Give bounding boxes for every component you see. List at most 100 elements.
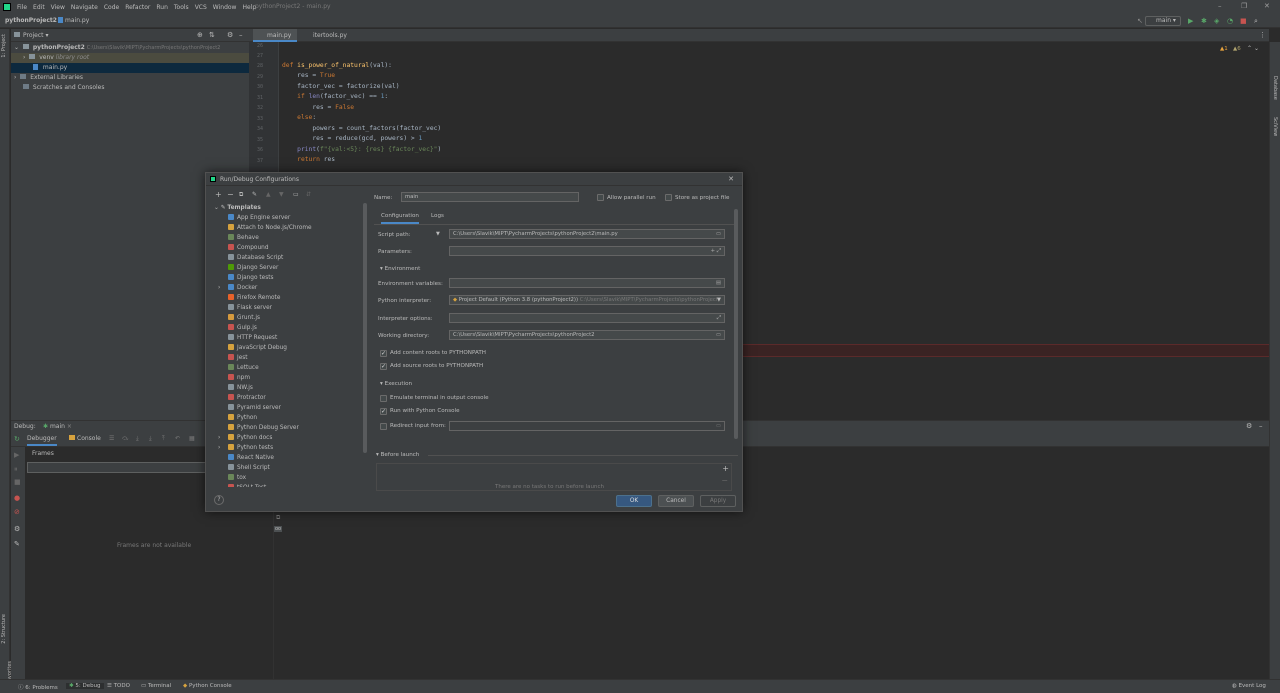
run-to-cursor-icon[interactable]: ↶ bbox=[175, 435, 180, 442]
chevron-up-icon[interactable]: ⌃ bbox=[1247, 45, 1252, 52]
edit-icon[interactable]: ▤ bbox=[716, 279, 721, 287]
template-item[interactable]: npm bbox=[228, 373, 250, 383]
template-item[interactable]: Gulp.js bbox=[228, 323, 257, 333]
interpreter-select[interactable]: ◆ Project Default (Python 3.8 (pythonPro… bbox=[449, 295, 725, 305]
profile-icon[interactable]: ◔ bbox=[1227, 17, 1233, 25]
template-item[interactable]: React Native bbox=[228, 453, 274, 463]
ok-button[interactable]: OK bbox=[616, 495, 652, 507]
template-item[interactable]: tSQLt Test bbox=[228, 483, 266, 487]
move-up-icon[interactable]: ▲ bbox=[266, 191, 271, 198]
step-into-my-code-icon[interactable]: ⤓ bbox=[149, 435, 152, 443]
python-console-tool-tab[interactable]: ◆ Python Console bbox=[183, 683, 232, 689]
coverage-icon[interactable]: ◈ bbox=[1214, 17, 1219, 25]
view-breakpoints-icon[interactable]: ● bbox=[14, 494, 20, 502]
locate-icon[interactable]: ⊕ bbox=[197, 31, 203, 39]
hide-icon[interactable]: – bbox=[239, 31, 243, 39]
pause-icon[interactable]: ⏸ bbox=[14, 465, 18, 474]
collapse-icon[interactable]: ⇅ bbox=[209, 31, 215, 39]
wrench-icon[interactable]: ✎ bbox=[252, 191, 257, 198]
before-launch-list[interactable]: There are no tasks to run before launch … bbox=[376, 463, 732, 491]
tab-logs[interactable]: Logs bbox=[431, 213, 444, 219]
pin-icon[interactable]: ✎ bbox=[14, 540, 20, 548]
menu-view[interactable]: View bbox=[51, 4, 65, 11]
template-item[interactable]: Grunt.js bbox=[228, 313, 260, 323]
resume-icon[interactable]: ▶ bbox=[14, 451, 19, 459]
menu-vcs[interactable]: VCS bbox=[195, 4, 207, 11]
template-item[interactable]: App Engine server bbox=[228, 213, 290, 223]
add-content-roots-checkbox[interactable]: ✓ bbox=[380, 350, 387, 357]
tree-root-project[interactable]: ⌄ pythonProject2 C:\Users\Slavik\MIPT\Py… bbox=[11, 43, 249, 53]
allow-parallel-checkbox[interactable] bbox=[597, 194, 604, 201]
mute-breakpoints-icon[interactable]: ⊘ bbox=[14, 508, 20, 516]
template-item[interactable]: Database Script bbox=[228, 253, 283, 263]
name-input[interactable]: main bbox=[401, 192, 579, 202]
search-icon[interactable]: ⌕ bbox=[1254, 17, 1258, 26]
templates-node[interactable]: ⌄ ✎ Templates bbox=[214, 203, 261, 213]
execution-section[interactable]: ▾ Execution bbox=[380, 381, 412, 387]
move-down-icon[interactable]: ▼ bbox=[279, 191, 284, 198]
interp-options-input[interactable]: ⤢ bbox=[449, 313, 725, 323]
chevron-down-icon[interactable]: ⌄ bbox=[1254, 45, 1259, 52]
run-with-console-checkbox[interactable]: ✓ bbox=[380, 408, 387, 415]
step-over-icon[interactable]: ⤼ bbox=[122, 435, 128, 443]
template-item[interactable]: › Python docs bbox=[218, 433, 272, 443]
workdir-input[interactable]: C:\Users\Slavik\MIPT\PycharmProjects\pyt… bbox=[449, 330, 725, 340]
menu-file[interactable]: File bbox=[17, 4, 27, 11]
run-icon[interactable]: ▶ bbox=[1188, 17, 1193, 25]
template-item[interactable]: Lettuce bbox=[228, 363, 259, 373]
template-item[interactable]: tox bbox=[228, 473, 246, 483]
template-item[interactable]: HTTP Request bbox=[228, 333, 277, 343]
rerun-icon[interactable]: ↻ bbox=[14, 435, 20, 443]
menu-code[interactable]: Code bbox=[104, 4, 119, 11]
template-item[interactable]: Attach to Node.js/Chrome bbox=[228, 223, 312, 233]
before-launch-section[interactable]: ▾ Before launch bbox=[376, 452, 419, 458]
template-item[interactable]: Django tests bbox=[228, 273, 274, 283]
template-item[interactable]: Firefox Remote bbox=[228, 293, 280, 303]
store-as-file-checkbox[interactable] bbox=[665, 194, 672, 201]
template-item[interactable]: Jest bbox=[228, 353, 248, 363]
menu-navigate[interactable]: Navigate bbox=[71, 4, 98, 11]
weak-warning-icon[interactable]: ▲6 bbox=[1233, 46, 1241, 52]
chevron-right-icon[interactable]: › bbox=[218, 283, 220, 293]
gear-icon[interactable]: ⚙ bbox=[227, 31, 233, 39]
tree-item-external-libraries[interactable]: › External Libraries bbox=[11, 73, 249, 83]
sort-icon[interactable]: ⇵ bbox=[306, 191, 311, 198]
template-item[interactable]: Behave bbox=[228, 233, 259, 243]
template-item[interactable]: › Docker bbox=[218, 283, 257, 293]
tree-item-main-py[interactable]: main.py bbox=[11, 63, 249, 73]
maximize-icon[interactable]: ❐ bbox=[1241, 2, 1247, 10]
close-icon[interactable]: × bbox=[67, 423, 72, 430]
expand-icon[interactable]: + ⤢ bbox=[711, 247, 721, 255]
chevron-right-icon[interactable]: › bbox=[218, 433, 220, 443]
template-item[interactable]: Protractor bbox=[228, 393, 266, 403]
parameters-input[interactable]: + ⤢ bbox=[449, 246, 725, 256]
expand-icon[interactable]: ⤢ bbox=[717, 314, 721, 322]
cancel-button[interactable]: Cancel bbox=[658, 495, 694, 507]
template-item[interactable]: Python Debug Server bbox=[228, 423, 299, 433]
template-item[interactable]: NW.js bbox=[228, 383, 253, 393]
tab-configuration[interactable]: Configuration bbox=[381, 213, 419, 224]
remove-task-icon[interactable]: − bbox=[721, 476, 728, 485]
menu-edit[interactable]: Edit bbox=[33, 4, 45, 11]
gear-icon[interactable]: ⚙ bbox=[1246, 422, 1252, 430]
menu-run[interactable]: Run bbox=[156, 4, 168, 11]
script-type-dropdown[interactable]: ▼ bbox=[436, 231, 440, 237]
add-icon[interactable]: + bbox=[215, 190, 222, 199]
redirect-input-field[interactable]: ▭ bbox=[449, 421, 725, 431]
tab-list-icon[interactable]: ⋮ bbox=[1259, 31, 1266, 39]
template-item[interactable]: Pyramid server bbox=[228, 403, 281, 413]
tab-itertools-py[interactable]: itertools.py × bbox=[299, 29, 347, 52]
breadcrumb-project[interactable]: pythonProject2 bbox=[5, 17, 57, 24]
config-scrollbar[interactable] bbox=[734, 209, 738, 439]
hide-icon[interactable]: – bbox=[1259, 422, 1263, 430]
tab-console[interactable]: Console bbox=[69, 435, 101, 442]
template-item[interactable]: Django Server bbox=[228, 263, 278, 273]
settings-icon[interactable]: ⚙ bbox=[14, 525, 20, 533]
copy-icon[interactable]: ⧉ bbox=[239, 191, 243, 199]
help-button[interactable]: ? bbox=[214, 495, 224, 505]
template-item[interactable]: Python bbox=[228, 413, 257, 423]
step-into-icon[interactable]: ⤓ bbox=[136, 435, 139, 443]
folder-icon[interactable]: ▭ bbox=[716, 422, 721, 430]
chevron-right-icon[interactable]: › bbox=[218, 443, 220, 453]
stop-icon[interactable]: ■ bbox=[1240, 17, 1247, 25]
